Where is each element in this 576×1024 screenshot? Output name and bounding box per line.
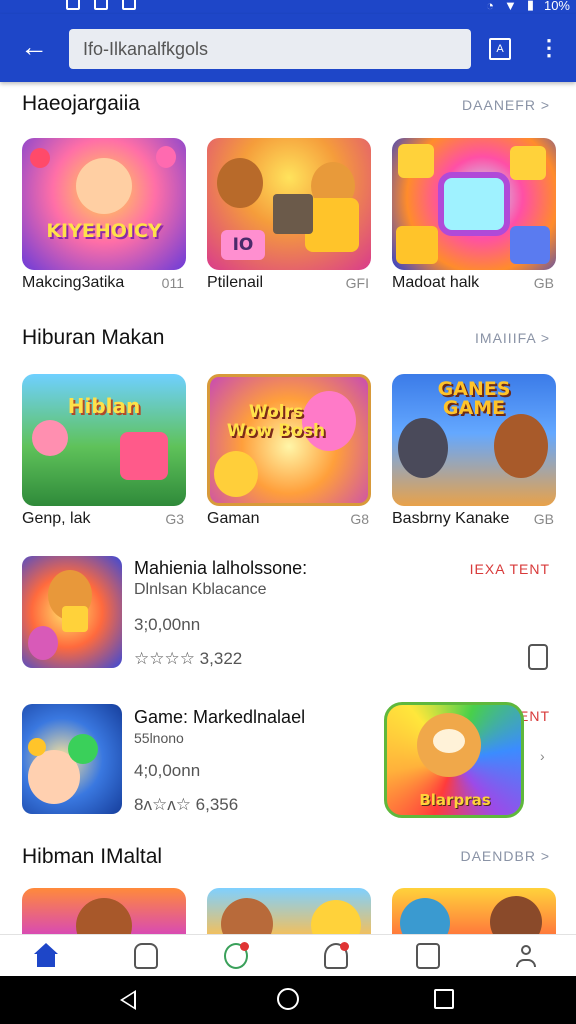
list-item-size: 3;0,00nn — [134, 615, 201, 634]
see-all-link[interactable]: DAANEFR > — [462, 97, 550, 113]
game-card-title: Gaman — [207, 510, 260, 527]
system-home-icon[interactable] — [277, 988, 299, 1010]
section-title: Hibman IMaltal — [22, 845, 163, 868]
status-icons-right: ◔ ▼ ▮ 10% — [486, 0, 570, 13]
app-icon[interactable] — [22, 704, 122, 814]
app-screen: ◔ ▼ ▮ 10% ← A ⋮ Haeojargaiia DAANEFR > K… — [0, 0, 576, 1024]
status-icons-left — [66, 0, 136, 10]
game-thumbnail: IO — [207, 138, 371, 270]
battery-level: 10% — [543, 0, 570, 13]
game-thumbnail[interactable] — [392, 888, 556, 934]
system-navigation — [0, 976, 576, 1024]
wifi-icon: ▼ — [503, 0, 517, 13]
more-vert-icon[interactable]: ⋮ — [538, 34, 560, 64]
list-item-tag: IEXA TENT — [469, 561, 550, 577]
notification-icon — [122, 0, 136, 10]
section-title: Hiburan Makan — [22, 326, 165, 349]
game-card[interactable]: Hiblan Genp, lak G3 — [22, 374, 186, 527]
game-thumbnail: KIYEHOICY — [22, 138, 186, 270]
install-icon[interactable] — [528, 644, 548, 670]
game-card-title: Madoat halk — [392, 274, 480, 291]
list-item-rating: 8ʌ☆ʌ☆ 6,356 — [134, 795, 239, 814]
book-icon[interactable] — [416, 943, 440, 969]
game-card-meta: 011 — [161, 275, 184, 291]
game-card-meta: GB — [533, 275, 554, 291]
game-thumbnail: Wolrs Wow Bosh — [207, 374, 371, 506]
game-card[interactable]: IO Ptilenail GFI — [207, 138, 371, 291]
notification-icon — [66, 0, 80, 10]
game-thumbnail[interactable] — [207, 888, 371, 934]
promo-banner[interactable]: Blarpras — [384, 702, 524, 818]
profile-icon[interactable] — [514, 943, 538, 969]
status-bar: ◔ ▼ ▮ 10% — [0, 0, 576, 14]
system-recents-icon[interactable] — [434, 989, 454, 1009]
bottom-navigation — [0, 934, 576, 976]
home-icon[interactable] — [34, 943, 58, 969]
game-card[interactable]: Madoat halk GB — [392, 138, 556, 291]
game-card-title: Genp, lak — [22, 510, 91, 527]
game-card-meta: G3 — [165, 511, 184, 527]
search-input[interactable] — [69, 29, 471, 69]
notification-icon — [94, 0, 108, 10]
game-thumbnail[interactable] — [22, 888, 186, 934]
game-thumbnail: GANES GAME — [392, 374, 556, 506]
game-card-title: Makcing3atika — [22, 274, 125, 291]
battery-icon: ▮ — [526, 0, 534, 12]
game-card-meta: G8 — [350, 511, 369, 527]
game-thumbnail — [392, 138, 556, 270]
signal-icon: ◔ — [486, 0, 494, 13]
list-item-subtitle: 55lnono — [134, 730, 184, 746]
list-item-subtitle: Dlnlsan Kblacance — [134, 581, 267, 598]
games-icon[interactable] — [224, 942, 249, 969]
game-card-meta: GB — [533, 511, 554, 527]
see-all-link[interactable]: DAENDBR > — [460, 848, 550, 864]
back-arrow-icon[interactable]: ← — [18, 32, 50, 64]
system-back-icon[interactable] — [120, 990, 136, 1010]
game-card-title: Ptilenail — [207, 274, 264, 291]
game-card[interactable]: GANES GAME Basbrny Kanake GB — [392, 374, 556, 527]
bag-icon[interactable] — [134, 943, 158, 969]
game-card[interactable]: KIYEHOICY Makcing3atika 011 — [22, 138, 186, 291]
list-item-title[interactable]: Game: Markedlnalael — [134, 707, 305, 728]
bookmark-icon[interactable]: A — [489, 38, 511, 60]
community-icon[interactable] — [324, 942, 349, 969]
chevron-right-icon[interactable]: › — [540, 748, 545, 764]
game-card-meta: GFI — [345, 275, 369, 291]
list-item-rating: ☆☆☆☆ 3,322 — [134, 649, 243, 668]
list-item-size: 4;0,0onn — [134, 761, 201, 780]
list-item-title[interactable]: Mahienia lalholssone: — [134, 558, 307, 579]
game-card[interactable]: Wolrs Wow Bosh Gaman G8 — [207, 374, 371, 527]
game-thumbnail: Hiblan — [22, 374, 186, 506]
section-title: Haeojargaiia — [22, 92, 140, 115]
game-card-title: Basbrny Kanake — [392, 510, 510, 527]
see-all-link[interactable]: IMAIIIFA > — [475, 330, 550, 346]
app-icon[interactable] — [22, 556, 122, 668]
app-bar: ← A ⋮ — [0, 14, 576, 82]
